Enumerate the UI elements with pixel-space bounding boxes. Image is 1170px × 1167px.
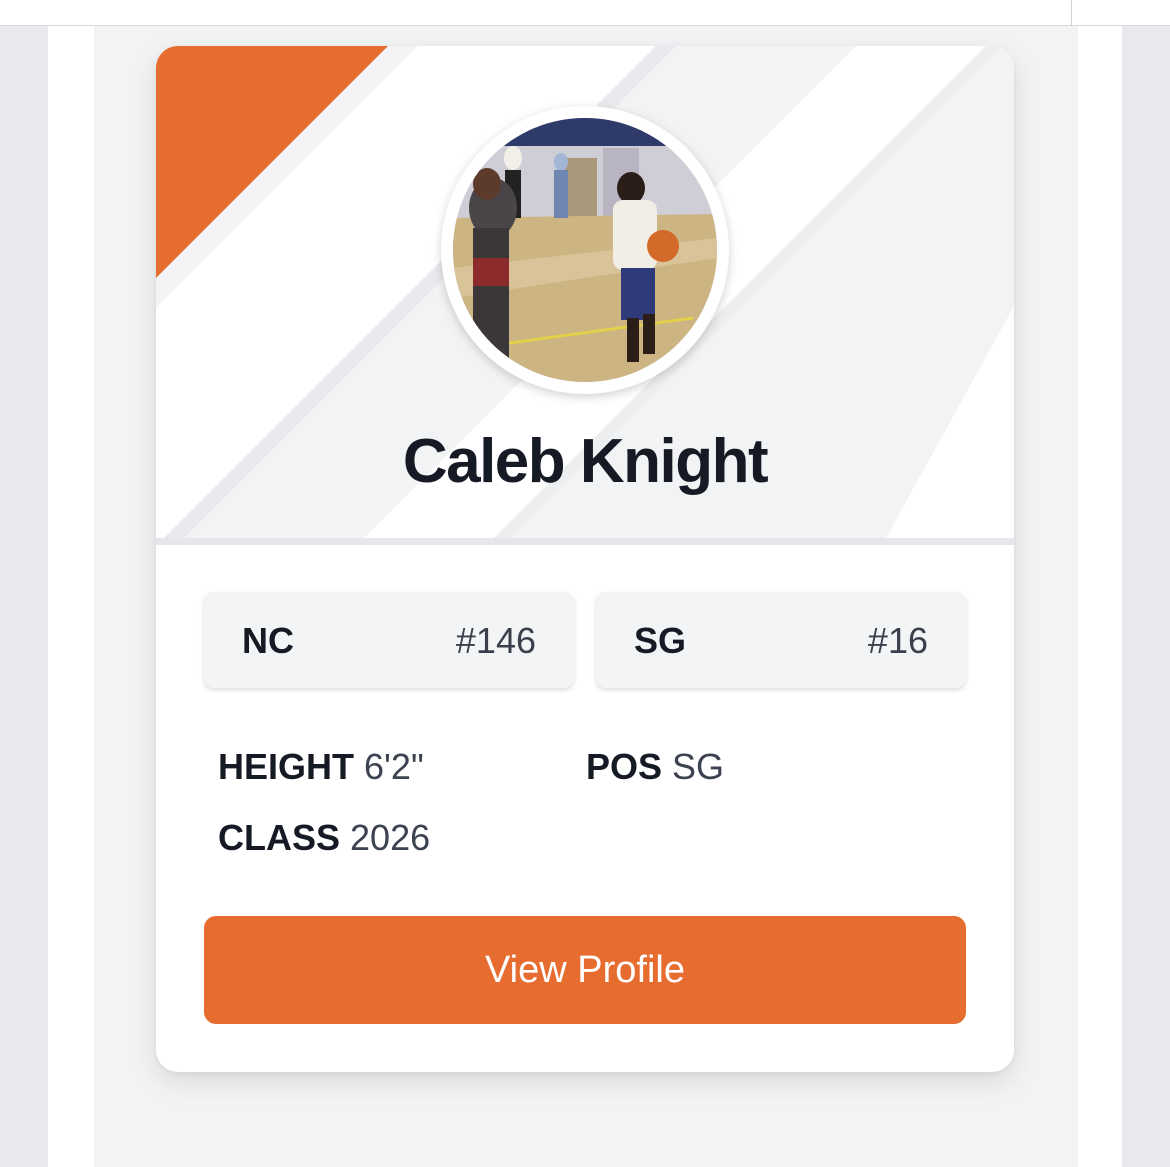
state-rank-label: NC (242, 620, 294, 661)
player-photo (453, 118, 717, 382)
player-avatar[interactable] (441, 106, 729, 394)
class-label: CLASS (218, 817, 341, 858)
height-attribute: HEIGHT 6'2" (218, 746, 424, 788)
position-rank-badge: SG #16 (596, 592, 966, 688)
view-profile-button[interactable]: View Profile (204, 916, 966, 1024)
top-bar-divider (1071, 0, 1072, 26)
position-rank-label: SG (634, 620, 687, 661)
class-value: 2026 (350, 817, 431, 858)
card-hero: Caleb Knight (156, 46, 1014, 538)
height-value: 6'2" (364, 746, 424, 787)
hero-divider (156, 538, 1014, 545)
position-attribute: POS SG (586, 746, 724, 788)
player-card: Caleb Knight NC #146 SG #16 HEIGHT 6'2" … (156, 46, 1014, 1072)
state-rank-value: #146 (455, 620, 536, 661)
position-rank-value: #16 (867, 620, 928, 661)
height-label: HEIGHT (218, 746, 355, 787)
state-rank-badge: NC #146 (204, 592, 574, 688)
browser-top-bar (0, 0, 1170, 26)
class-attribute: CLASS 2026 (218, 817, 430, 859)
position-value: SG (672, 746, 725, 787)
player-name: Caleb Knight (402, 427, 769, 496)
position-label: POS (586, 746, 663, 787)
